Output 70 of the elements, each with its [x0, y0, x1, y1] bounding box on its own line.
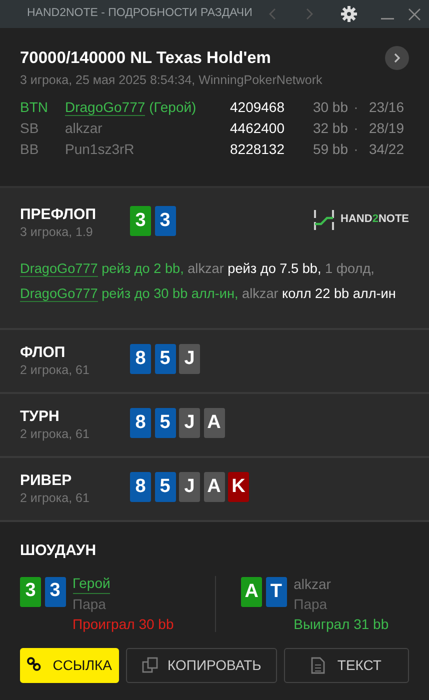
player-stats: 28/19 [368, 118, 404, 138]
hand-info: 3 игрока, 25 мая 2025 8:54:34, WinningPokerNetwork [20, 72, 324, 89]
logo-text: HAND2NOTE [340, 212, 409, 228]
playing-card: 8 [130, 408, 151, 438]
separator-dot: · [352, 140, 360, 158]
player-stats: 23/16 [368, 98, 404, 116]
player-name: alkzar [65, 120, 102, 136]
playing-card: A [204, 408, 224, 438]
playing-card: 8 [130, 472, 151, 502]
separator-dot: · [352, 118, 360, 138]
next-button[interactable] [385, 46, 409, 70]
playing-card: 3 [130, 206, 151, 236]
playing-card: T [266, 577, 287, 607]
window-title: HAND2NOTE - ПОДРОБНОСТИ РАЗДАЧИ [27, 6, 252, 22]
player-name: Pun1sz3rR [65, 140, 134, 156]
playing-card: K [228, 472, 249, 502]
hero-tag: (Герой) [149, 98, 196, 114]
stack-size: 32 bb [312, 118, 348, 138]
position-label: BTN [20, 98, 49, 116]
chain-link-icon [27, 657, 43, 674]
result-text: Проиграл 30 bb [72, 615, 174, 634]
player-id: 4462400 [230, 118, 286, 138]
playing-card: J [179, 408, 200, 438]
position-label: BB [20, 140, 40, 158]
copy-button[interactable]: КОПИРОВАТЬ [126, 648, 277, 683]
playing-card: 5 [154, 344, 176, 374]
playing-card: 8 [130, 344, 151, 374]
stack-size: 30 bb [312, 98, 348, 116]
settings-icon[interactable] [341, 6, 357, 22]
player-id: 8228132 [230, 140, 286, 158]
playing-card: 5 [154, 472, 176, 502]
playing-card: A [204, 472, 224, 502]
playing-card: 3 [154, 206, 176, 236]
street-title: РИВЕР [20, 472, 73, 489]
hand-combo: Пара [294, 594, 328, 614]
street-info: 2 игрока, 61 [20, 490, 90, 507]
document-icon [311, 657, 328, 674]
playing-card: A [241, 577, 262, 607]
street-info: 2 игрока, 61 [20, 426, 90, 443]
street-info: 3 игрока, 1.9 [20, 224, 94, 241]
result-text: Выиграл 31 bb [294, 614, 389, 634]
showdown-title: ШОУДАУН [20, 542, 98, 559]
playing-card: J [179, 472, 200, 502]
playing-card: 3 [20, 576, 41, 606]
text-button[interactable]: ТЕКСТ [284, 648, 409, 683]
street-title: ТУРН [20, 408, 60, 425]
street-title: ФЛОП [20, 344, 66, 361]
logo-icon [314, 210, 334, 230]
player-name: alkzar [294, 574, 331, 594]
position-label: SB [20, 118, 40, 138]
close-icon[interactable] [408, 8, 421, 20]
player-id: 4209468 [230, 98, 286, 116]
player-link[interactable]: DragoGo777 [65, 98, 146, 116]
stack-size: 59 bb [312, 140, 348, 158]
player-stats: 34/22 [368, 140, 404, 158]
playing-card: 5 [154, 408, 176, 438]
player-link[interactable]: Герой [72, 573, 110, 594]
playing-card: J [179, 344, 200, 374]
player-link[interactable]: DragoGo777 [20, 260, 98, 277]
player-link[interactable]: DragoGo777 [20, 286, 98, 302]
street-title: ПРЕФЛОП [20, 206, 97, 223]
hand-title: 70000/140000 NL Texas Hold'em [20, 48, 271, 69]
link-button[interactable]: ССЫЛКА [20, 648, 119, 683]
playing-card: 3 [44, 576, 66, 606]
copy-icon [142, 657, 158, 674]
separator-dot: · [352, 98, 360, 116]
hand-combo: Пара [72, 595, 106, 614]
chevron-right-icon [394, 53, 400, 64]
street-info: 2 игрока, 61 [20, 362, 90, 379]
action-log: DragoGo777 рейз до 2 bb, alkzar рейз до 7.5 bb, 1 фолд, DragoGo777 рейз до 30 bb алл-ин, alkzar колл 22 bb алл-ин [20, 260, 397, 304]
